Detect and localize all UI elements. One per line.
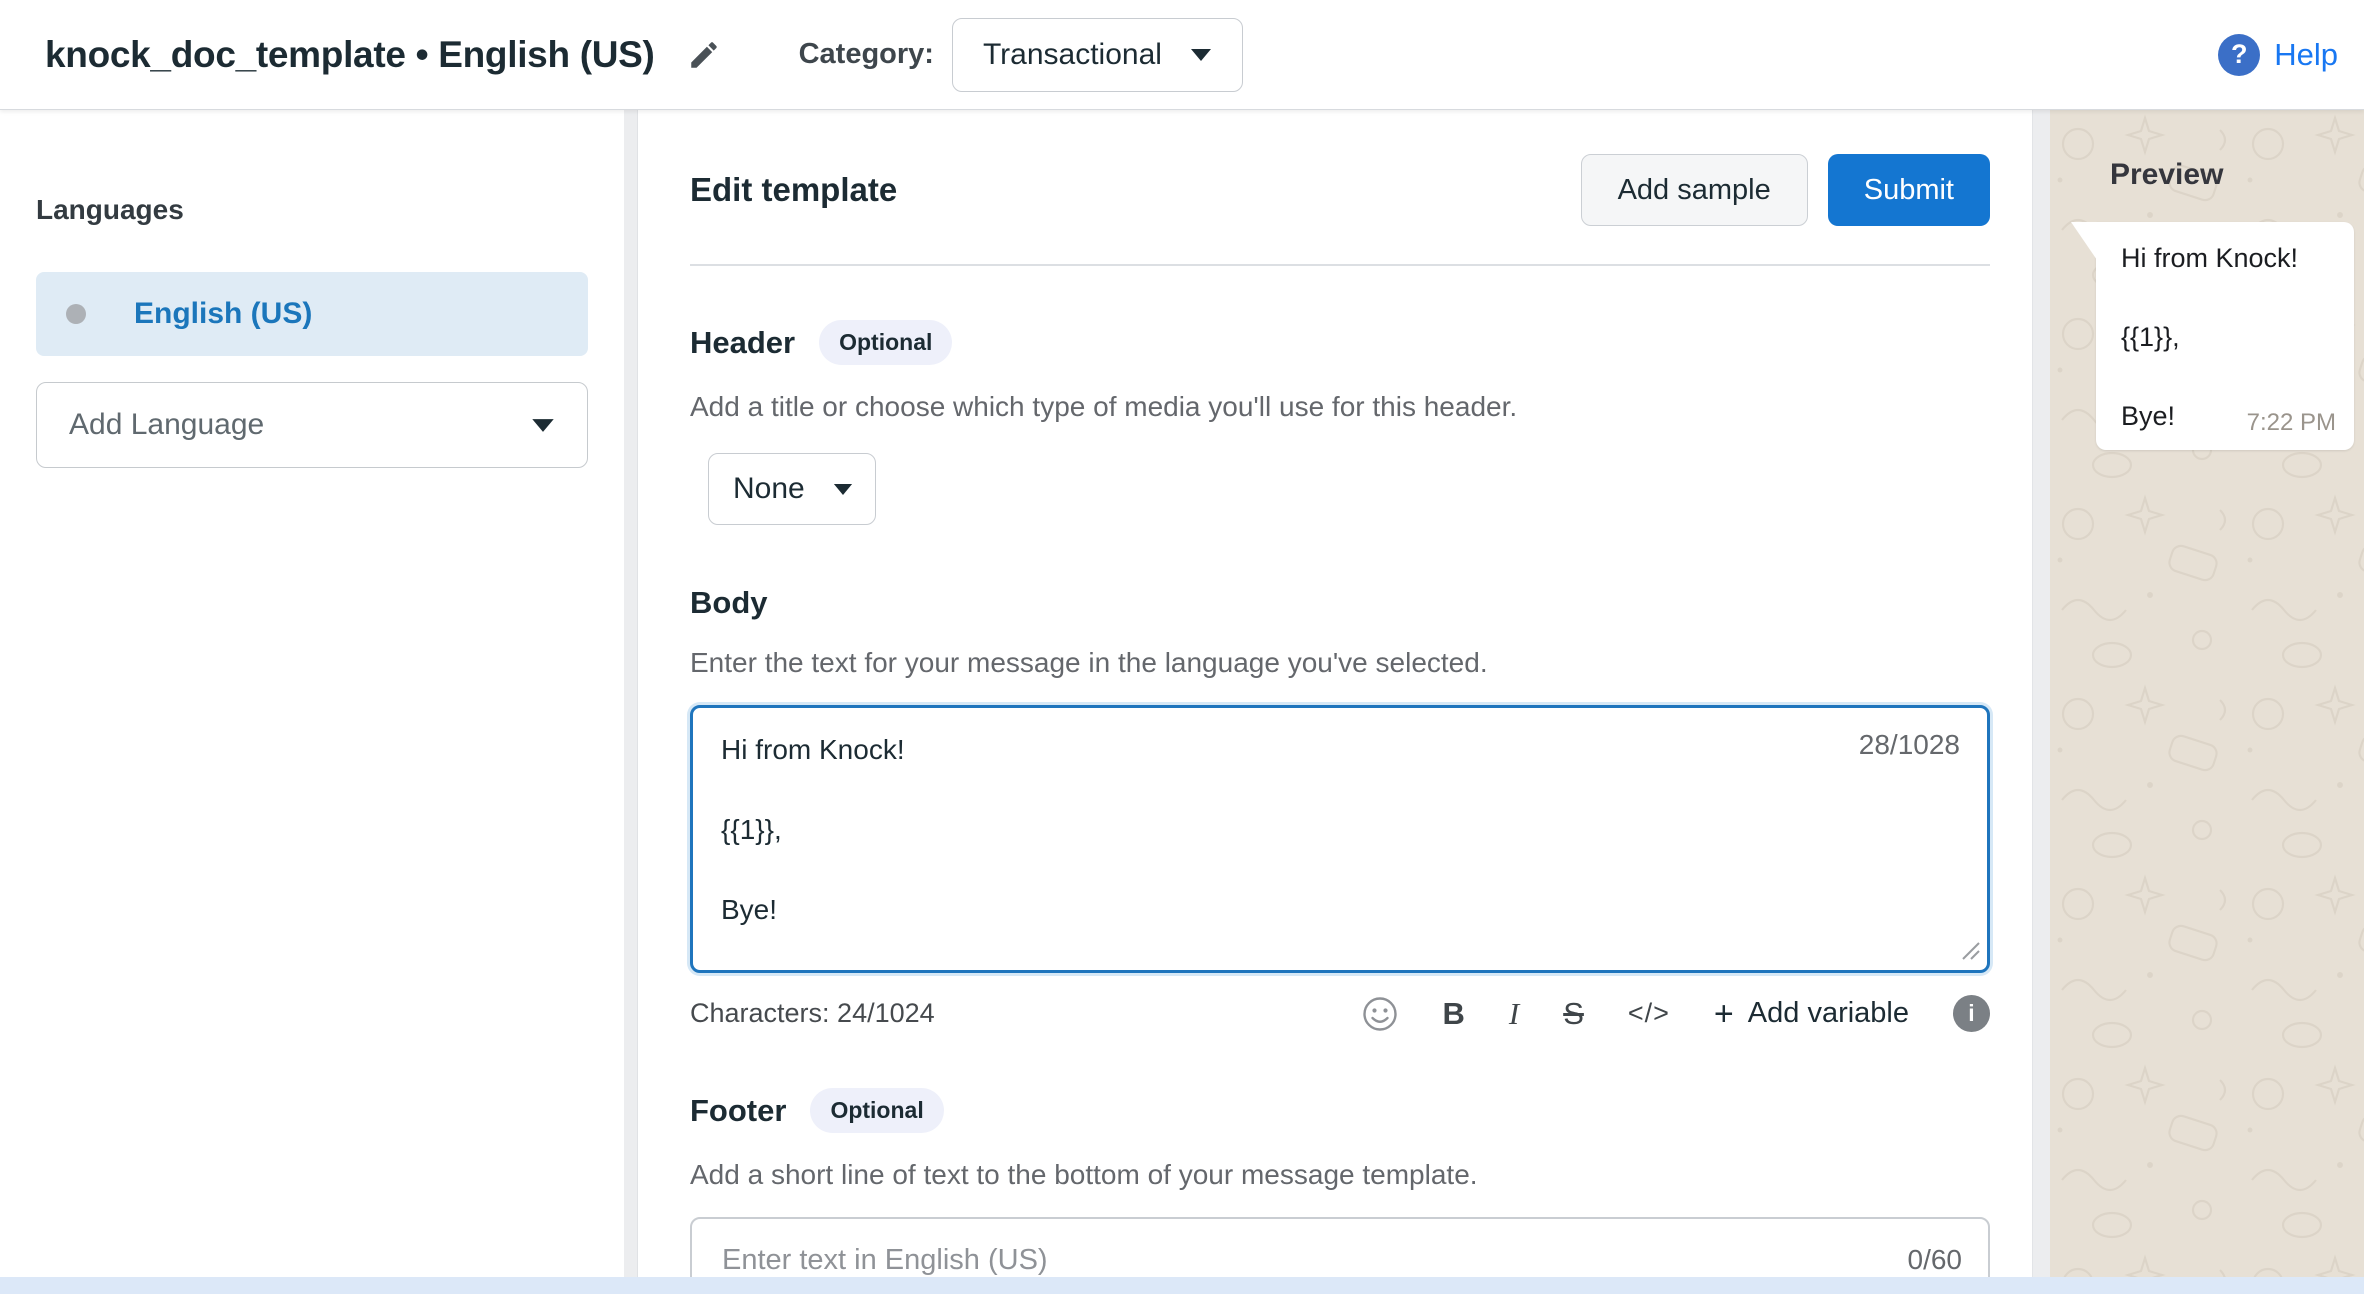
emoji-icon[interactable]	[1362, 996, 1398, 1032]
bubble-line: Hi from Knock!	[2121, 240, 2334, 276]
body-section-title: Body	[690, 585, 768, 621]
header-media-type-value: None	[733, 472, 805, 506]
footer-section: Footer Optional Add a short line of text…	[690, 1088, 1990, 1294]
header-divider	[690, 264, 1990, 266]
main-scrollbar[interactable]	[2032, 110, 2050, 1294]
category-selected-value: Transactional	[983, 38, 1162, 72]
language-status-dot-icon	[66, 304, 86, 324]
edit-template-panel: Edit template Add sample Submit Header O…	[638, 110, 2032, 1294]
bottom-scroll-strip[interactable]	[0, 1277, 2364, 1294]
preview-panel: Preview Hi from Knock! {{1}}, Bye! 7:22 …	[2050, 110, 2364, 1294]
bubble-line: {{1}},	[2121, 319, 2334, 355]
message-bubble: Hi from Knock! {{1}}, Bye! 7:22 PM	[2096, 222, 2354, 450]
code-icon[interactable]: </>	[1628, 998, 1670, 1029]
info-icon[interactable]: i	[1953, 995, 1990, 1032]
languages-sidebar: Languages English (US) Add Language	[0, 110, 624, 1294]
characters-count-label: Characters: 24/1024	[690, 998, 935, 1029]
body-character-counter: 28/1028	[1859, 729, 1960, 761]
header-section-description: Add a title or choose which type of medi…	[690, 391, 1990, 423]
add-sample-button[interactable]: Add sample	[1581, 154, 1808, 226]
header-section-title: Header	[690, 325, 795, 361]
optional-badge: Optional	[819, 320, 952, 365]
body-section-description: Enter the text for your message in the l…	[690, 647, 1990, 679]
sidebar-scrollbar[interactable]	[624, 110, 638, 1294]
add-language-select[interactable]: Add Language	[36, 382, 588, 468]
add-language-placeholder: Add Language	[69, 408, 264, 442]
template-title: knock_doc_template • English (US)	[45, 34, 655, 76]
language-label: English (US)	[134, 297, 312, 331]
body-toolbar-row: Characters: 24/1024 B I S </> + Add vari	[690, 995, 1990, 1032]
body-textarea-wrap: Hi from Knock! {{1}}, Bye! 28/1028	[690, 705, 1990, 973]
help-label: Help	[2274, 37, 2338, 73]
chevron-down-icon	[531, 418, 555, 433]
add-variable-button[interactable]: + Add variable	[1714, 997, 1909, 1031]
chevron-down-icon	[833, 483, 853, 496]
help-link[interactable]: ? Help	[2218, 34, 2338, 76]
footer-character-counter: 0/60	[1908, 1244, 1963, 1276]
submit-button[interactable]: Submit	[1828, 154, 1990, 226]
bubble-tail-icon	[2071, 222, 2097, 260]
page-title: Edit template	[690, 171, 897, 209]
sidebar-item-language-english-us[interactable]: English (US)	[36, 272, 588, 356]
bold-icon[interactable]: B	[1442, 996, 1464, 1032]
category-select[interactable]: Transactional	[952, 18, 1243, 92]
edit-title-button[interactable]	[687, 38, 721, 72]
pencil-icon	[687, 38, 721, 72]
formatting-toolbar: B I S </> + Add variable i	[1362, 995, 1990, 1032]
category-group: Category: Transactional	[799, 18, 1243, 92]
header-section: Header Optional Add a title or choose wh…	[690, 320, 1990, 525]
add-variable-label: Add variable	[1748, 997, 1909, 1030]
strikethrough-icon[interactable]: S	[1563, 996, 1584, 1032]
edit-template-header: Edit template Add sample Submit	[690, 154, 1990, 226]
preview-heading: Preview	[2110, 158, 2364, 192]
body-section: Body Enter the text for your message in …	[690, 585, 1990, 1032]
italic-icon[interactable]: I	[1509, 996, 1519, 1032]
header-buttons: Add sample Submit	[1581, 154, 1990, 226]
body-text-input[interactable]: Hi from Knock! {{1}}, Bye!	[690, 705, 1990, 973]
optional-badge: Optional	[810, 1088, 943, 1133]
message-timestamp: 7:22 PM	[2247, 409, 2336, 437]
category-label: Category:	[799, 38, 934, 71]
footer-section-title: Footer	[690, 1093, 786, 1129]
footer-section-description: Add a short line of text to the bottom o…	[690, 1159, 1990, 1191]
languages-heading: Languages	[36, 194, 588, 226]
top-bar: knock_doc_template • English (US) Catego…	[0, 0, 2364, 110]
help-icon: ?	[2218, 34, 2260, 76]
chevron-down-icon	[1190, 48, 1212, 62]
plus-icon: +	[1714, 997, 1734, 1031]
header-media-type-select[interactable]: None	[708, 453, 876, 525]
